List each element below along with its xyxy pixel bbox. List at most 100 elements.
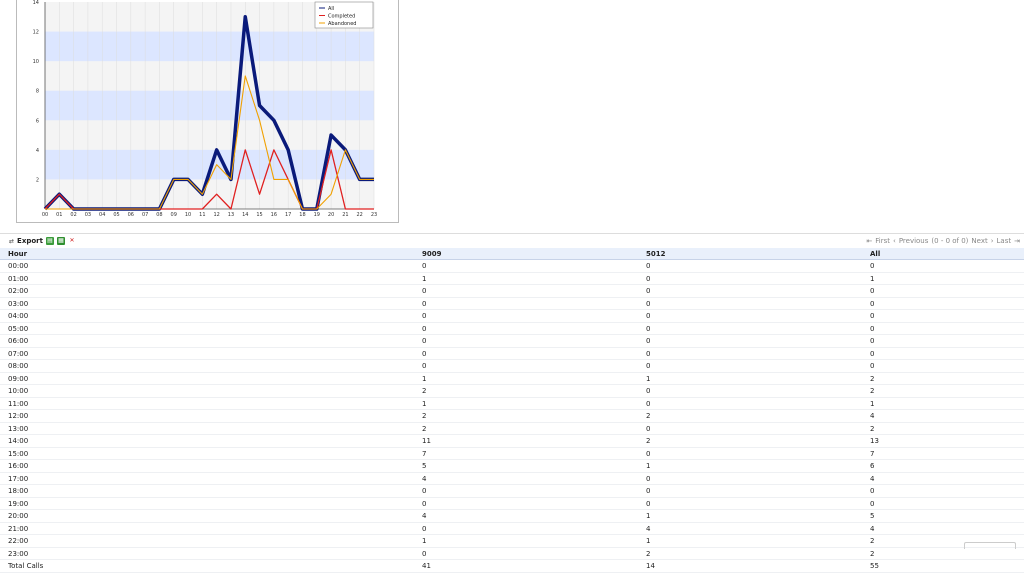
scroll-tab[interactable]: [964, 542, 1016, 549]
x-tick-label: 02: [70, 212, 76, 218]
x-tick-label: 20: [328, 212, 334, 218]
x-tick-label: 04: [99, 212, 105, 218]
cell-all: 2: [870, 374, 875, 383]
column-header-hour[interactable]: Hour: [8, 250, 27, 258]
table-row: 04:00 0 0 0: [0, 310, 1024, 323]
cell-hour: 14:00: [8, 437, 29, 445]
cell-all: 4: [870, 524, 875, 533]
cell-9009: 0: [422, 362, 427, 370]
cell-5012: 2: [646, 437, 651, 445]
x-tick-label: 21: [342, 212, 348, 218]
cell-5012: 0: [646, 499, 651, 508]
cell-5012: 1: [646, 537, 651, 545]
cell-all: 0: [870, 299, 875, 308]
previous-link[interactable]: Previous: [899, 237, 929, 245]
cell-9009: 0: [422, 299, 427, 308]
cell-hour: 12:00: [8, 412, 29, 420]
cell-9009: 0: [422, 349, 427, 358]
table-row: 21:00 0 4 4: [0, 523, 1024, 535]
cell-all: 5: [870, 512, 875, 520]
cell-5012: 0: [646, 487, 651, 495]
cell-9009: 0: [422, 524, 427, 533]
cell-hour: 19:00: [8, 499, 29, 508]
cell-5012: 0: [646, 299, 651, 308]
total-5012: 14: [646, 562, 655, 570]
table-row: 13:00 2 0 2: [0, 423, 1024, 435]
cell-9009: 0: [422, 312, 427, 320]
table-row: 18:00 0 0 0: [0, 485, 1024, 498]
spreadsheet-icon[interactable]: ▦: [56, 237, 65, 245]
cell-all: 0: [870, 487, 875, 495]
first-icon: ⇤: [866, 237, 873, 245]
column-header-9009[interactable]: 9009: [422, 250, 441, 258]
cell-5012: 0: [646, 274, 651, 283]
cell-9009: 0: [422, 287, 427, 295]
x-tick-label: 09: [171, 212, 177, 218]
cell-hour: 04:00: [8, 312, 29, 320]
last-link[interactable]: Last: [997, 237, 1012, 245]
table-row: 07:00 0 0 0: [0, 348, 1024, 360]
table-row: 14:00 11 2 13: [0, 435, 1024, 448]
table-body: 00:00 0 0 0 01:00 1 0 1 02:00 0 0 0 03:00 0 0 0 04:00 0 0 0…: [0, 260, 1024, 573]
cell-hour: 21:00: [8, 524, 29, 533]
cell-all: 4: [870, 474, 875, 483]
total-row: Total Calls 41 14 55: [0, 560, 1024, 573]
x-tick-label: 17: [285, 212, 291, 218]
cell-all: 0: [870, 499, 875, 508]
cell-9009: 0: [422, 324, 427, 333]
column-header-5012[interactable]: 5012: [646, 250, 665, 258]
cell-hour: 15:00: [8, 449, 29, 458]
table-row: 09:00 1 1 2: [0, 373, 1024, 385]
cell-5012: 1: [646, 462, 651, 470]
table-row: 01:00 1 0 1: [0, 273, 1024, 285]
x-tick-label: 03: [85, 212, 91, 218]
cell-9009: 1: [422, 374, 427, 383]
cell-hour: 13:00: [8, 424, 29, 433]
cell-hour: 10:00: [8, 387, 29, 395]
cell-all: 6: [870, 462, 875, 470]
table-row: 20:00 4 1 5: [0, 510, 1024, 523]
cell-5012: 0: [646, 337, 651, 345]
cell-5012: 0: [646, 349, 651, 358]
cell-9009: 0: [422, 337, 427, 345]
cell-hour: 22:00: [8, 537, 29, 545]
table-toolbar: ⇄ Export ▤ ▦ ✕ ⇤ First ‹ Previous (0 - 0…: [0, 233, 1024, 248]
cell-hour: 09:00: [8, 374, 29, 383]
cell-5012: 0: [646, 449, 651, 458]
grid-band: [45, 31, 374, 62]
cell-hour: 17:00: [8, 474, 29, 483]
cell-all: 13: [870, 437, 879, 445]
x-tick-label: 06: [128, 212, 134, 218]
x-tick-label: 07: [142, 212, 148, 218]
x-tick-label: 22: [357, 212, 363, 218]
cell-hour: 11:00: [8, 399, 29, 408]
cell-hour: 18:00: [8, 487, 29, 495]
total-label: Total Calls: [8, 562, 44, 570]
next-icon: ›: [990, 237, 994, 245]
cell-hour: 16:00: [8, 462, 29, 470]
cell-all: 0: [870, 324, 875, 333]
y-tick-label: 8: [36, 89, 39, 95]
x-tick-label: 19: [314, 212, 320, 218]
export-label[interactable]: Export: [17, 237, 43, 245]
cell-all: 0: [870, 362, 875, 370]
cell-all: 2: [870, 424, 875, 433]
cell-hour: 07:00: [8, 349, 29, 358]
cell-9009: 1: [422, 537, 427, 545]
cell-5012: 0: [646, 287, 651, 295]
printer-icon[interactable]: ▤: [45, 237, 54, 245]
cell-9009: 2: [422, 412, 427, 420]
x-tick-label: 16: [271, 212, 277, 218]
cell-all: 0: [870, 262, 875, 270]
pdf-icon[interactable]: ✕: [68, 237, 76, 245]
table-row: 17:00 4 0 4: [0, 473, 1024, 485]
table-row: 15:00 7 0 7: [0, 448, 1024, 460]
x-tick-label: 14: [242, 212, 248, 218]
cell-5012: 0: [646, 324, 651, 333]
total-all: 55: [870, 562, 879, 570]
first-link[interactable]: First: [875, 237, 890, 245]
cell-all: 0: [870, 312, 875, 320]
next-link[interactable]: Next: [971, 237, 987, 245]
x-tick-label: 11: [199, 212, 205, 218]
column-header-all[interactable]: All: [870, 250, 880, 258]
